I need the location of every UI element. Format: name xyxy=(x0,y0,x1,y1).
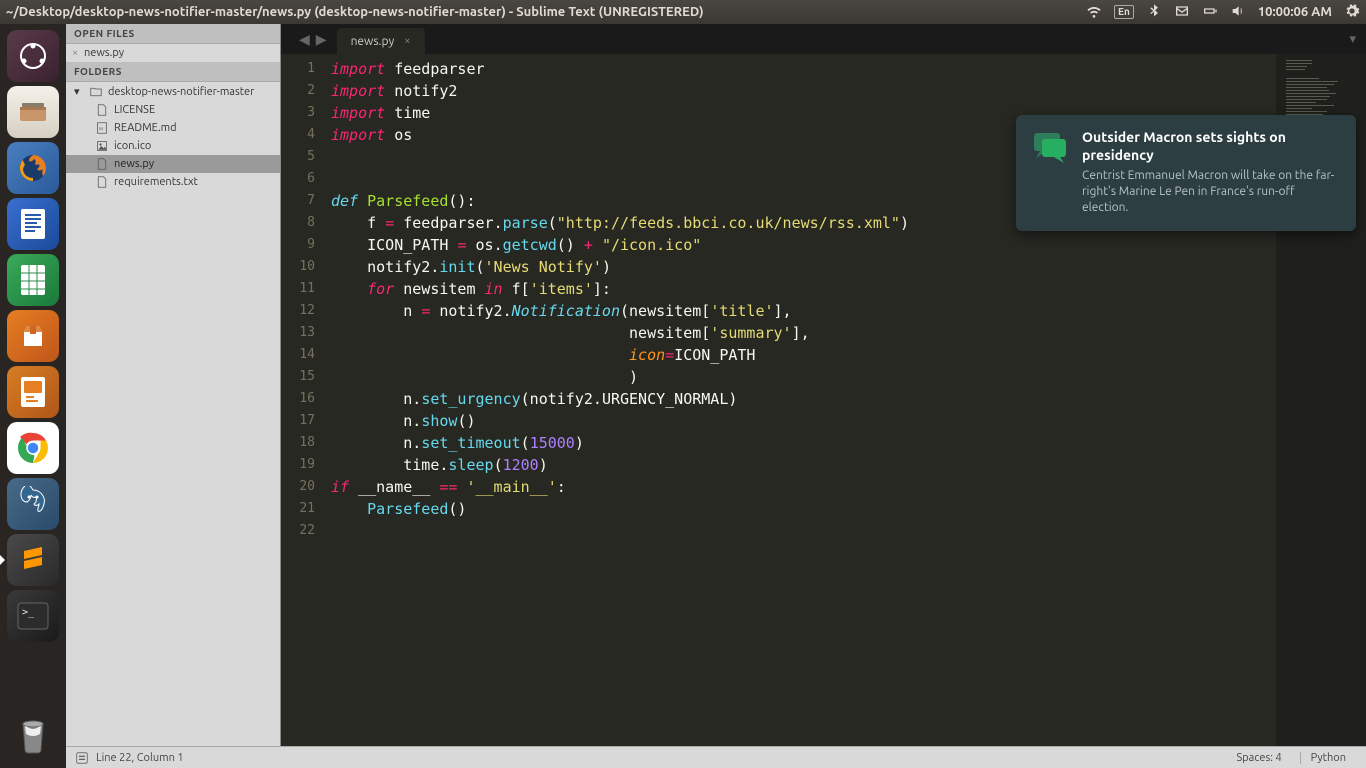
open-files-header: OPEN FILES xyxy=(66,24,280,44)
folder-label: desktop-news-notifier-master xyxy=(108,86,254,98)
desktop-notification[interactable]: Outsider Macron sets sights on presidenc… xyxy=(1016,115,1356,231)
tab-bar: ◀ ▶ news.py × ▾ xyxy=(281,24,1366,54)
launcher-trash[interactable] xyxy=(7,708,59,760)
launcher-impress[interactable] xyxy=(7,366,59,418)
file-item[interactable]: requirements.txt xyxy=(66,173,280,191)
wifi-icon[interactable] xyxy=(1086,3,1102,22)
cursor-position: Line 22, Column 1 xyxy=(96,752,184,764)
keyboard-lang-indicator[interactable]: En xyxy=(1114,5,1134,19)
launcher-dash[interactable] xyxy=(7,30,59,82)
launcher-files[interactable] xyxy=(7,86,59,138)
launcher-sublime[interactable] xyxy=(7,534,59,586)
launcher-firefox[interactable] xyxy=(7,142,59,194)
folder-root[interactable]: ▾ desktop-news-notifier-master xyxy=(66,82,280,101)
tab-active[interactable]: news.py × xyxy=(337,28,425,54)
unity-launcher: >_ xyxy=(0,24,66,768)
file-item[interactable]: news.py xyxy=(66,155,280,173)
clock[interactable]: 10:00:06 AM xyxy=(1258,5,1332,19)
launcher-postgres[interactable] xyxy=(7,478,59,530)
volume-icon[interactable] xyxy=(1230,3,1246,22)
tab-overflow-icon[interactable]: ▾ xyxy=(1339,28,1366,51)
tab-nav: ◀ ▶ xyxy=(291,27,335,52)
launcher-calc[interactable] xyxy=(7,254,59,306)
launcher-chrome[interactable] xyxy=(7,422,59,474)
notification-title: Outsider Macron sets sights on presidenc… xyxy=(1082,129,1340,164)
syntax-setting[interactable]: Python xyxy=(1300,752,1356,764)
sidebar: OPEN FILES news.py FOLDERS ▾ desktop-new… xyxy=(66,24,281,746)
file-item[interactable]: icon.ico xyxy=(66,137,280,155)
bluetooth-icon[interactable] xyxy=(1146,3,1162,22)
folders-header: FOLDERS xyxy=(66,62,280,82)
battery-icon[interactable] xyxy=(1202,3,1218,22)
status-bar: Line 22, Column 1 Spaces: 4 Python xyxy=(66,746,1366,768)
indent-setting[interactable]: Spaces: 4 xyxy=(1226,752,1291,764)
mail-icon[interactable] xyxy=(1174,3,1190,22)
open-file-item[interactable]: news.py xyxy=(66,44,280,62)
folder-icon xyxy=(90,86,102,98)
nav-forward-icon[interactable]: ▶ xyxy=(316,31,327,48)
window-title: ~/Desktop/desktop-news-notifier-master/n… xyxy=(6,5,1086,19)
svg-text:M: M xyxy=(99,126,103,131)
svg-text:>_: >_ xyxy=(22,607,35,618)
chevron-down-icon: ▾ xyxy=(74,85,82,98)
file-item[interactable]: LICENSE xyxy=(66,101,280,119)
notification-chat-icon xyxy=(1032,129,1068,165)
system-menubar: ~/Desktop/desktop-news-notifier-master/n… xyxy=(0,0,1366,24)
tab-close-icon[interactable]: × xyxy=(404,35,410,47)
tab-label: news.py xyxy=(351,35,395,48)
launcher-terminal[interactable]: >_ xyxy=(7,590,59,642)
notification-body: Centrist Emmanuel Macron will take on th… xyxy=(1082,168,1340,217)
line-gutter: 12345678910111213141516171819202122 xyxy=(281,54,325,746)
gear-icon[interactable] xyxy=(1344,3,1360,22)
command-palette-icon[interactable] xyxy=(76,751,88,763)
file-item[interactable]: MREADME.md xyxy=(66,119,280,137)
nav-back-icon[interactable]: ◀ xyxy=(299,31,310,48)
launcher-software[interactable] xyxy=(7,310,59,362)
launcher-writer[interactable] xyxy=(7,198,59,250)
